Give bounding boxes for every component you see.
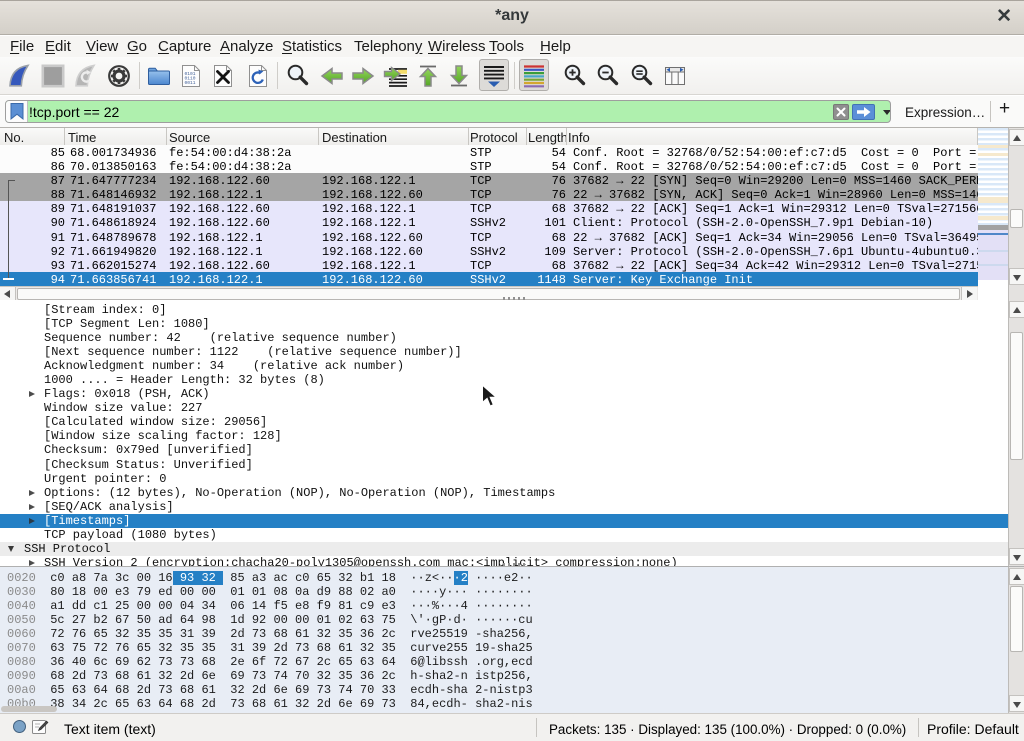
svg-text:0011: 0011 <box>185 80 196 86</box>
